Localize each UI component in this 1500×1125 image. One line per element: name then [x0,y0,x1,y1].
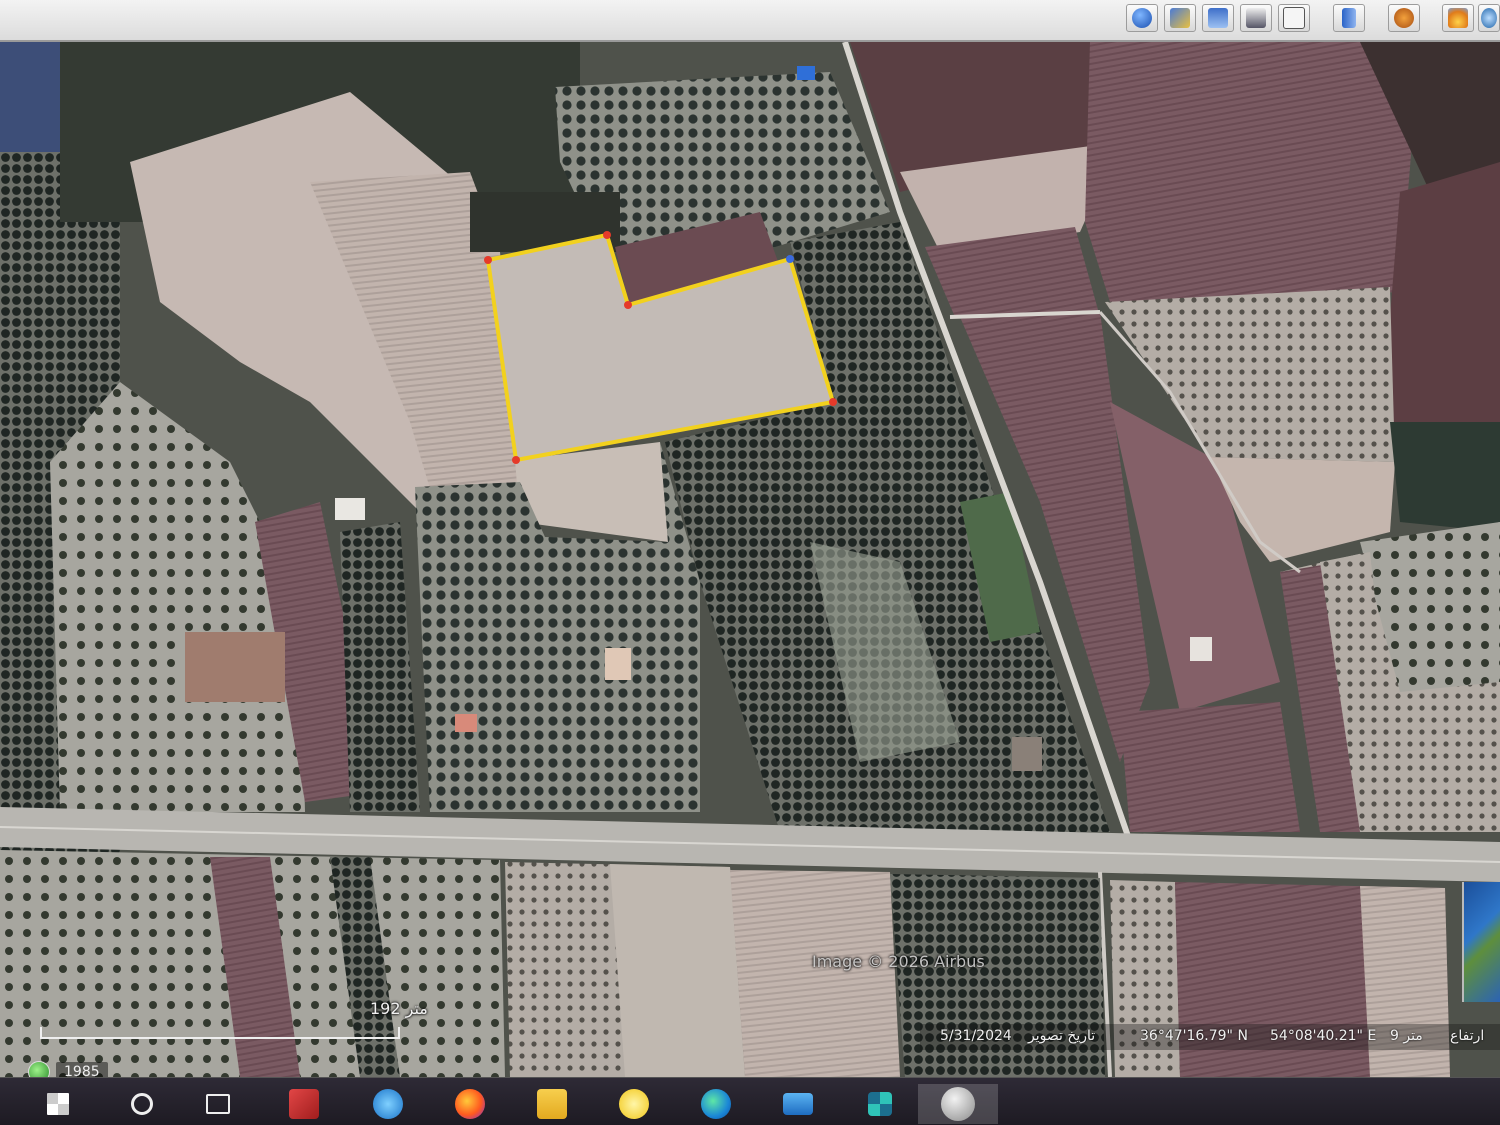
email-icon[interactable] [1278,4,1310,32]
polygon-vertex[interactable] [624,301,632,309]
elevation-label: ارتفاع [1450,1028,1485,1044]
scale-legend-label: 192 متر [370,999,428,1018]
polygon-vertex-selected[interactable] [786,255,794,263]
sun-icon[interactable] [1442,4,1474,32]
toolbar [0,0,1500,42]
task-view-icon[interactable] [196,1084,240,1124]
save-image-icon[interactable] [1202,4,1234,32]
mail-app-icon[interactable] [282,1084,326,1124]
map-imagery [0,42,1500,1077]
polygon-vertex[interactable] [484,256,492,264]
google-earth-pro-icon[interactable] [918,1084,998,1124]
longitude-readout: 54°08'40.21" E [1270,1028,1377,1044]
sky-icon[interactable] [1478,4,1500,32]
file-explorer-icon[interactable] [530,1084,574,1124]
overview-globe[interactable] [1462,882,1500,1002]
ruler-icon[interactable] [1333,4,1365,32]
clock-icon[interactable] [28,1061,50,1077]
latitude-readout: 36°47'16.79" N [1140,1028,1248,1044]
windows-start-icon[interactable] [36,1084,80,1124]
edge-icon[interactable] [694,1084,738,1124]
polygon-vertex[interactable] [603,231,611,239]
globe-icon[interactable] [1126,4,1158,32]
search-icon[interactable] [120,1084,164,1124]
image-overlay-icon[interactable] [1164,4,1196,32]
historical-imagery-control[interactable]: 1985 [28,1060,108,1077]
windows-taskbar [0,1077,1500,1125]
building [335,498,365,520]
status-bar: 5/31/2024 تاريخ تصوير 36°47'16.79" N 54°… [920,1024,1500,1050]
imagery-date-label: تاريخ تصوير [1028,1028,1096,1044]
app-grid-icon[interactable] [858,1084,902,1124]
imagery-attribution: Image © 2026 Airbus [812,952,985,971]
polygon-vertex[interactable] [512,456,520,464]
print-icon[interactable] [1240,4,1272,32]
imagery-date: 5/31/2024 [940,1028,1012,1044]
scale-legend-bar [40,1027,400,1039]
planet-icon[interactable] [1388,4,1420,32]
google-earth-window: Image © 2026 Airbus 192 متر 5/31/2024 تا… [0,0,1500,1125]
computer-icon[interactable] [776,1084,820,1124]
historical-year: 1985 [56,1062,108,1077]
elevation-value: 9 متر [1390,1028,1423,1044]
internet-explorer-icon[interactable] [366,1084,410,1124]
remote-app-icon[interactable] [612,1084,656,1124]
satellite-map[interactable]: Image © 2026 Airbus 192 متر 5/31/2024 تا… [0,42,1500,1077]
polygon-vertex[interactable] [829,398,837,406]
firefox-icon[interactable] [448,1084,492,1124]
